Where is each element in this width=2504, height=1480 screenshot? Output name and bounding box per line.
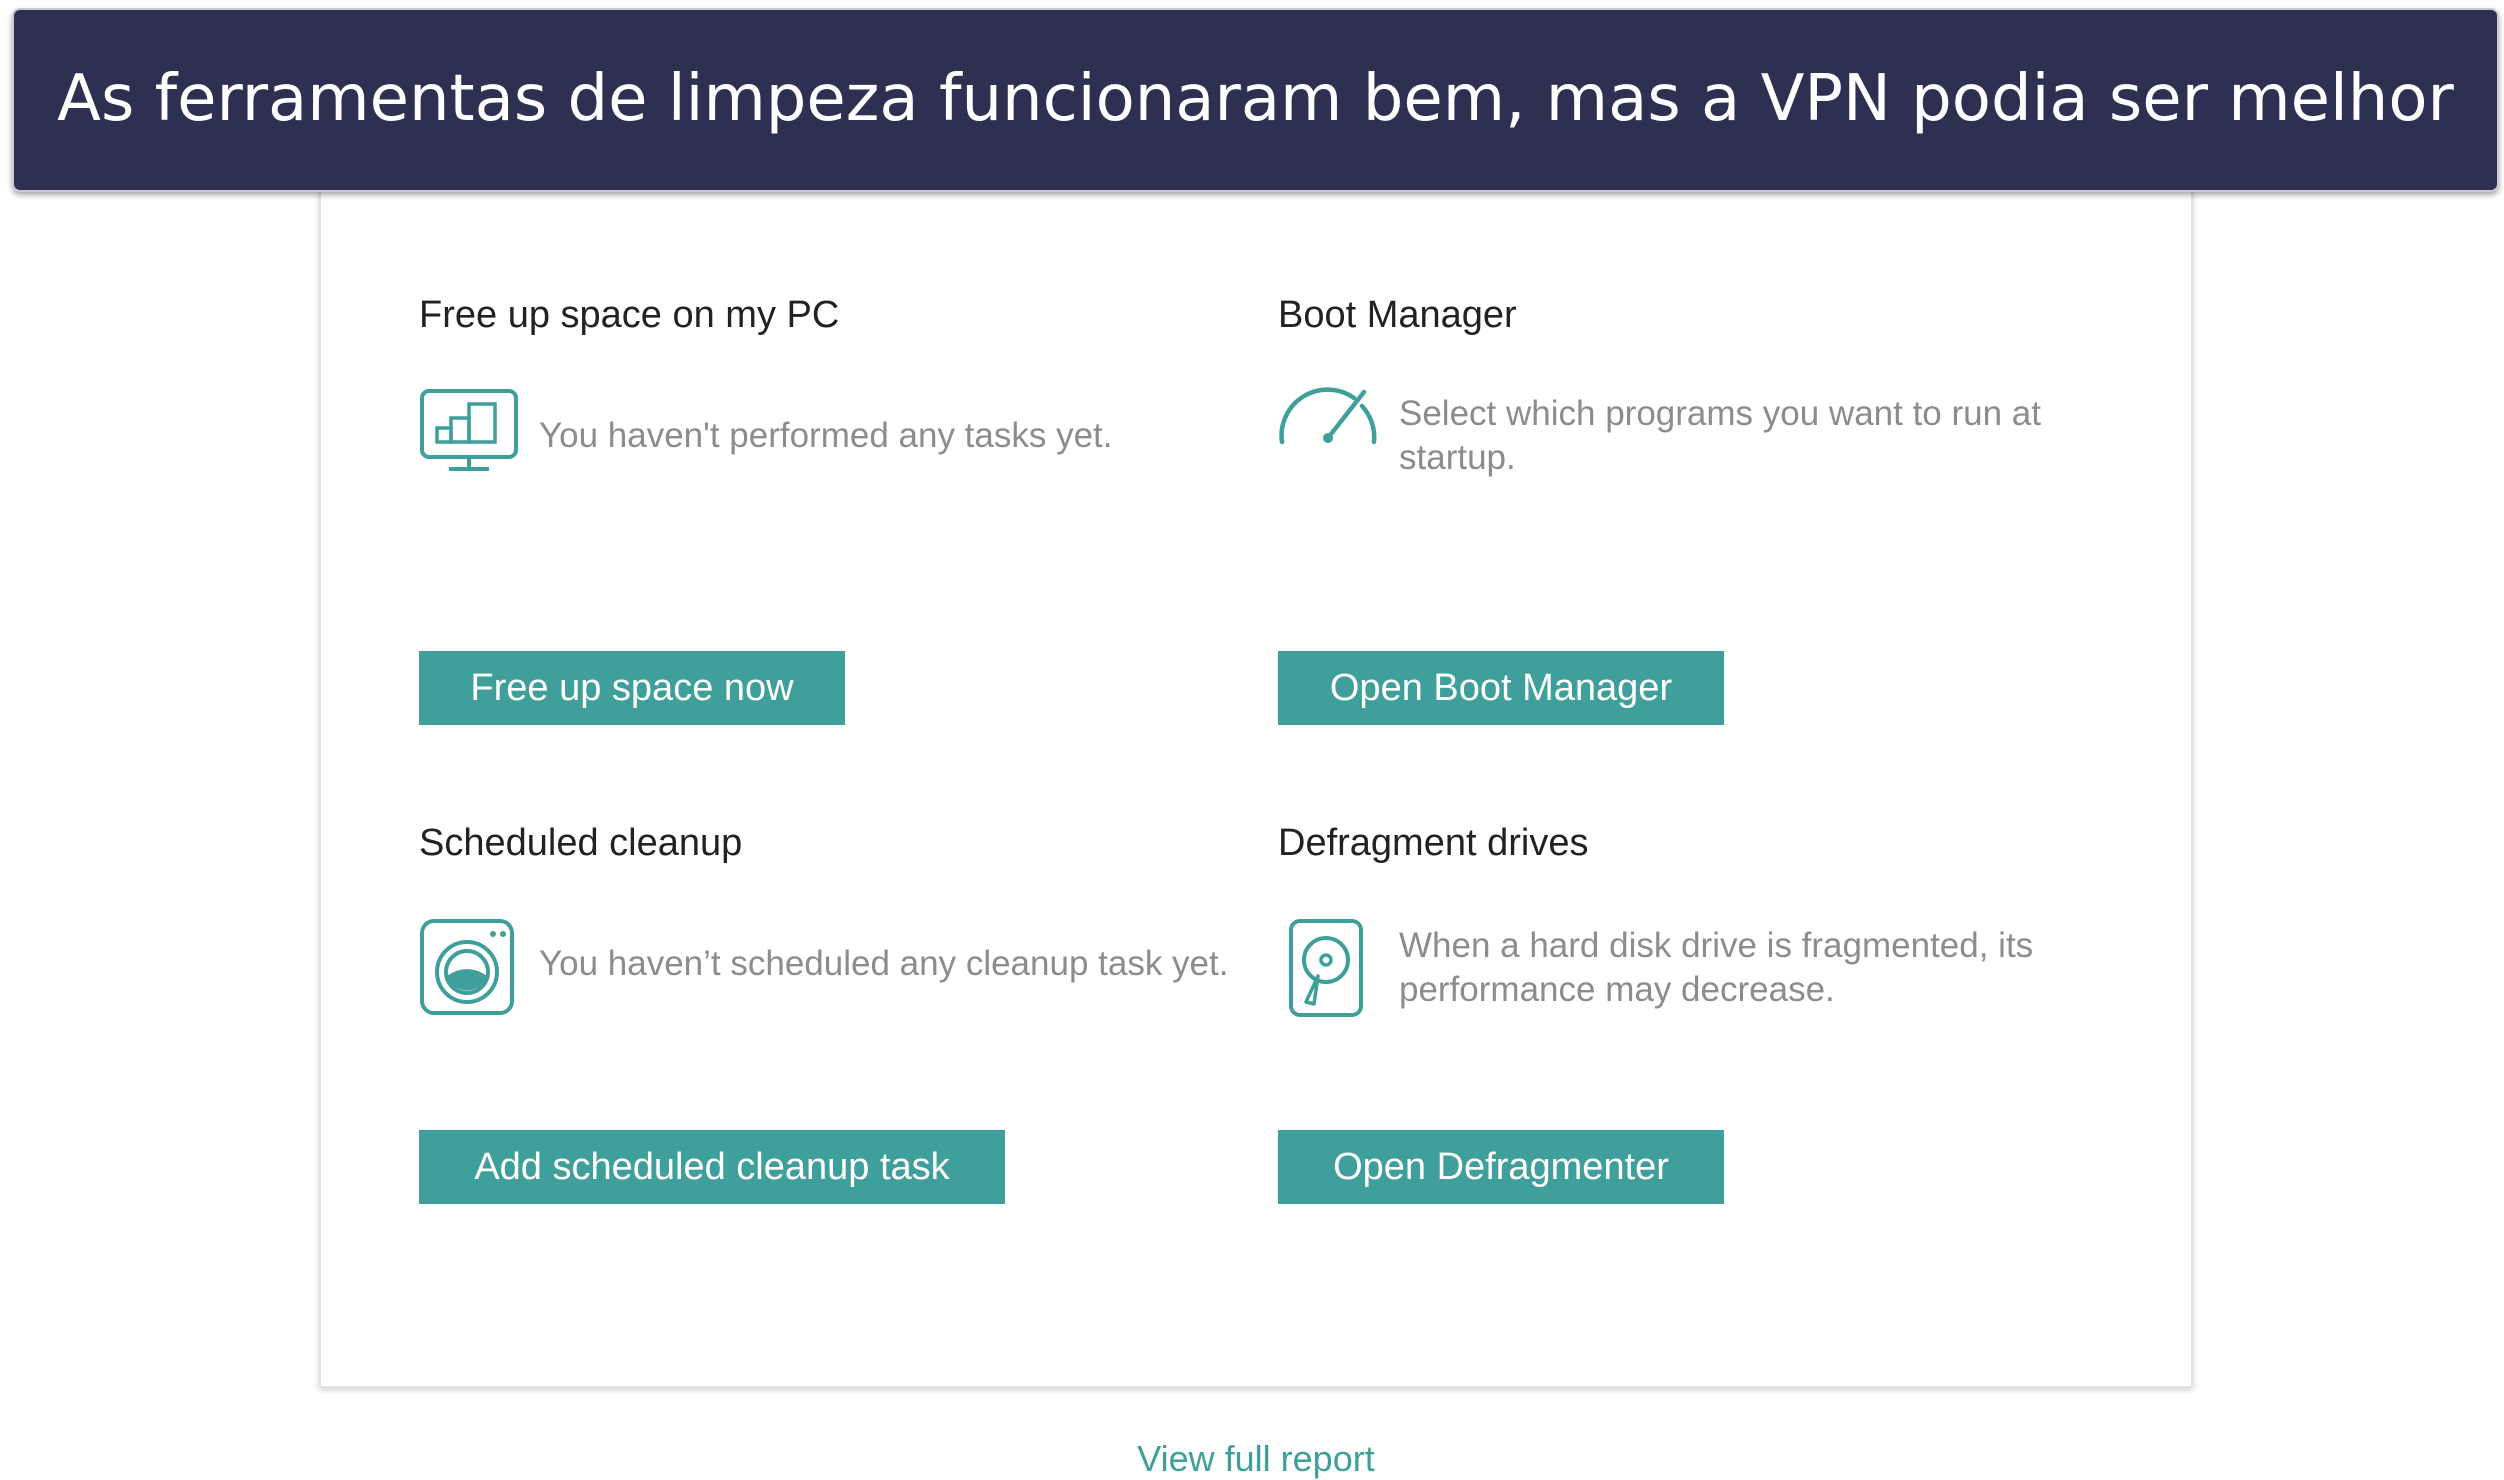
maintenance-panel: Free up space on my PC You haven't perfo… [319,150,2193,1479]
speedometer-icon [1276,384,1380,448]
caption-banner: As ferramentas de limpeza funcionaram be… [12,8,2499,192]
boot-manager-description: Select which programs you want to run at… [1399,394,2041,477]
free-space-title: Free up space on my PC [419,294,840,336]
free-space-button[interactable]: Free up space now [419,651,845,725]
scheduled-cleanup-title: Scheduled cleanup [419,822,743,864]
defragment-description: When a hard disk drive is fragmented, it… [1399,926,2034,1009]
washing-machine-icon [419,918,515,1016]
monitor-icon [419,388,519,474]
caption-text: As ferramentas de limpeza funcionaram be… [57,62,2454,137]
scheduled-cleanup-description: You haven’t scheduled any cleanup task y… [539,944,1229,983]
free-space-description: You haven't performed any tasks yet. [539,416,1113,455]
defragment-title: Defragment drives [1278,822,1589,864]
boot-manager-button[interactable]: Open Boot Manager [1278,651,1724,725]
add-scheduled-cleanup-button[interactable]: Add scheduled cleanup task [419,1130,1005,1204]
view-full-report-link[interactable]: View full report [321,1438,2191,1480]
hard-disk-icon [1288,918,1364,1018]
boot-manager-title: Boot Manager [1278,294,1517,336]
open-defragmenter-button[interactable]: Open Defragmenter [1278,1130,1724,1204]
